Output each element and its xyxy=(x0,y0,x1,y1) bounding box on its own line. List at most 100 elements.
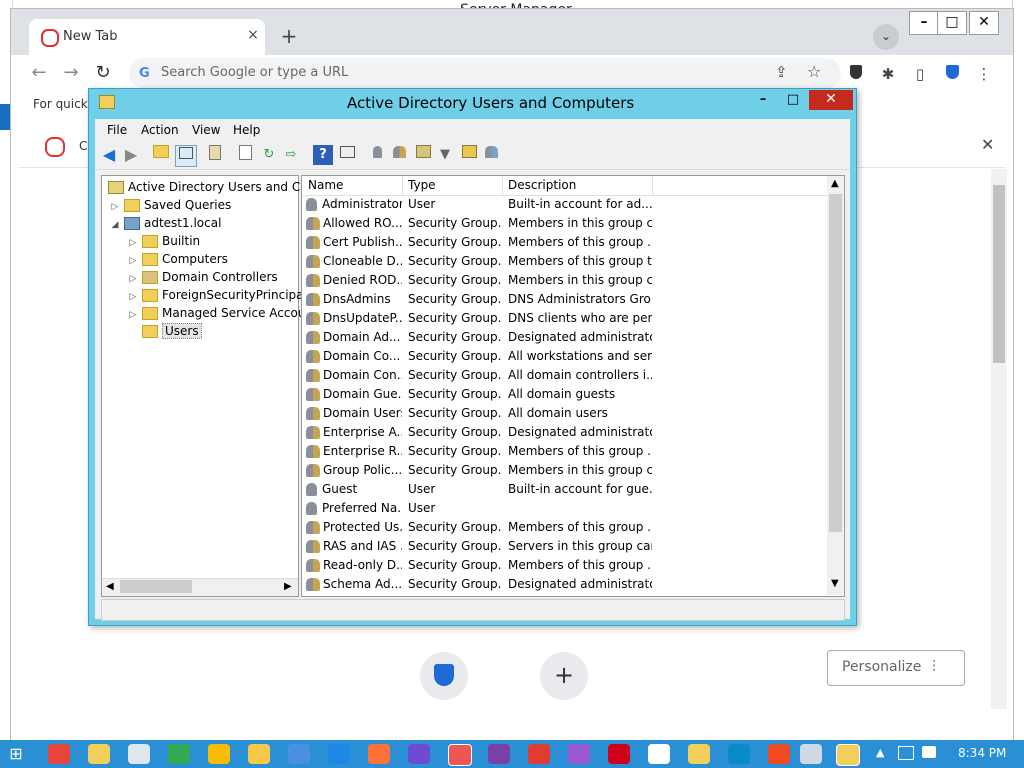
table-row[interactable]: Administrator User Built-in account for ad… xyxy=(302,195,827,214)
address-bar[interactable]: G Search Google or type a URL ⇪ ☆ xyxy=(129,58,841,88)
brave-shield-icon[interactable] xyxy=(845,63,867,85)
chrome-menu-icon[interactable]: ⋮ xyxy=(973,63,995,85)
tree-item-domain-controllers[interactable]: ▷ Domain Controllers xyxy=(128,268,278,286)
tree-item-domain[interactable]: ◢ adtest1.local xyxy=(110,214,221,232)
tray-overflow-icon[interactable]: ▲ xyxy=(876,746,884,759)
brave-beta-icon[interactable] xyxy=(488,744,510,764)
find-icon[interactable] xyxy=(459,145,479,165)
collapse-icon[interactable]: ◢ xyxy=(110,216,120,234)
opera-gx-icon[interactable] xyxy=(568,744,590,764)
action-pane-icon[interactable] xyxy=(337,145,357,165)
column-name[interactable]: Name xyxy=(308,178,343,192)
table-row[interactable]: Preferred Na... User xyxy=(302,499,827,518)
chrome-green-icon[interactable] xyxy=(168,744,190,764)
table-row[interactable]: Domain Co... Security Group... All worksta… xyxy=(302,347,827,366)
tree-item-builtin[interactable]: ▷ Builtin xyxy=(128,232,200,250)
refresh-icon[interactable]: ↻ xyxy=(259,145,279,165)
chrome-taskbar-icon[interactable] xyxy=(48,744,70,764)
aduc-maximize-button[interactable]: □ xyxy=(779,91,807,111)
back-arrow-icon[interactable]: ◀ xyxy=(99,145,119,165)
column-divider[interactable] xyxy=(402,176,403,195)
scroll-left-icon[interactable]: ◀ xyxy=(106,581,114,592)
edge-icon[interactable] xyxy=(728,744,750,764)
security-extension-icon[interactable] xyxy=(941,63,963,85)
browser-icon[interactable] xyxy=(248,744,270,764)
help-icon[interactable]: ? xyxy=(313,145,333,165)
list-scroll-thumb[interactable] xyxy=(829,194,842,532)
side-panel-icon[interactable]: ▯ xyxy=(909,63,931,85)
tree-item-computers[interactable]: ▷ Computers xyxy=(128,250,228,268)
tab-search-button[interactable]: ⌄ xyxy=(873,24,899,50)
firefox-nightly-icon[interactable] xyxy=(328,744,350,764)
table-row[interactable]: Enterprise R... Security Group... Members … xyxy=(302,442,827,461)
folder-taskbar-icon[interactable] xyxy=(688,744,710,764)
table-row[interactable]: Domain Ad... Security Group... Designated … xyxy=(302,328,827,347)
menu-file[interactable]: File xyxy=(107,123,127,137)
clipboard-icon[interactable] xyxy=(205,145,225,165)
scroll-down-icon[interactable]: ▼ xyxy=(831,578,839,589)
share-icon[interactable]: ⇪ xyxy=(775,63,788,81)
firefox-icon[interactable] xyxy=(368,744,390,764)
column-type[interactable]: Type xyxy=(408,178,436,192)
table-row[interactable]: Denied ROD... Security Group... Members in… xyxy=(302,271,827,290)
banner-close-icon[interactable]: ✕ xyxy=(981,135,994,154)
tree-item-saved-queries[interactable]: ▷ Saved Queries xyxy=(110,196,231,214)
table-row[interactable]: Read-only D... Security Group... Members o… xyxy=(302,556,827,575)
volume-muted-icon[interactable] xyxy=(922,746,936,758)
tree-scroll-thumb[interactable] xyxy=(120,580,192,593)
notepad-icon[interactable] xyxy=(128,744,150,764)
up-folder-icon[interactable] xyxy=(151,145,171,165)
table-row[interactable]: Domain Users Security Group... All domain … xyxy=(302,404,827,423)
aduc-taskbar-icon[interactable] xyxy=(836,744,860,766)
table-row[interactable]: RAS and IAS ... Security Group... Servers … xyxy=(302,537,827,556)
table-row[interactable]: Group Polic... Security Group... Members i… xyxy=(302,461,827,480)
create-user-icon[interactable] xyxy=(367,145,387,165)
add-to-group-icon[interactable] xyxy=(481,145,501,165)
tab-new-tab[interactable]: New Tab × xyxy=(29,19,265,55)
table-row[interactable]: Protected Us... Security Group... Members … xyxy=(302,518,827,537)
table-row[interactable]: Cert Publish... Security Group... Members … xyxy=(302,233,827,252)
table-row[interactable]: Schema Ad... Security Group... Designated … xyxy=(302,575,827,594)
network-icon[interactable] xyxy=(898,746,914,760)
scroll-right-icon[interactable]: ▶ xyxy=(284,581,292,592)
personalize-button[interactable]: Personalize ⫶ xyxy=(827,650,965,686)
tor-browser-icon[interactable] xyxy=(408,744,430,764)
forward-button[interactable]: → xyxy=(59,61,83,85)
create-ou-icon[interactable] xyxy=(413,145,433,165)
tree-horizontal-scrollbar[interactable]: ◀ ▶ xyxy=(102,578,298,596)
add-shortcut-button[interactable]: + xyxy=(540,652,588,700)
yandex-icon[interactable] xyxy=(648,744,670,764)
back-button[interactable]: ← xyxy=(27,61,51,85)
filter-icon[interactable]: ▼ xyxy=(435,145,455,165)
server-manager-taskbar-icon[interactable] xyxy=(800,744,822,764)
table-row[interactable]: DnsAdmins Security Group... DNS Administra… xyxy=(302,290,827,309)
page-scroll-thumb[interactable] xyxy=(993,185,1005,363)
menu-action[interactable]: Action xyxy=(141,123,179,137)
maximize-button[interactable]: □ xyxy=(937,11,967,35)
tree-item-users[interactable]: Users xyxy=(128,322,202,340)
minimize-button[interactable]: – xyxy=(909,11,939,35)
chrome-yellow-icon[interactable] xyxy=(208,744,230,764)
table-row[interactable]: Domain Gue... Security Group... All domain… xyxy=(302,385,827,404)
menu-help[interactable]: Help xyxy=(233,123,260,137)
aduc-minimize-button[interactable]: – xyxy=(749,91,777,111)
forward-arrow-icon[interactable]: ▶ xyxy=(121,145,141,165)
tab-close-icon[interactable]: × xyxy=(243,27,263,43)
export-list-icon[interactable]: ⇨ xyxy=(281,145,301,165)
file-explorer-icon[interactable] xyxy=(88,744,110,764)
column-divider[interactable] xyxy=(502,176,503,195)
table-row[interactable]: Enterprise A... Security Group... Designat… xyxy=(302,423,827,442)
brave-icon[interactable] xyxy=(768,744,790,764)
tree-item-managed-service-accounts[interactable]: ▷ Managed Service Accoun xyxy=(128,304,313,322)
reload-button[interactable]: ↻ xyxy=(91,61,115,85)
tree-root[interactable]: Active Directory Users and Com xyxy=(104,178,319,196)
tree-item-foreign-security-principals[interactable]: ▷ ForeignSecurityPrincipals xyxy=(128,286,313,304)
firefox-dev-icon[interactable] xyxy=(288,744,310,764)
active-app-icon[interactable] xyxy=(448,744,472,766)
taskbar-clock[interactable]: 8:34 PM xyxy=(958,746,1006,760)
bookmark-star-icon[interactable]: ☆ xyxy=(807,62,821,81)
table-row[interactable]: Domain Con... Security Group... All domain… xyxy=(302,366,827,385)
properties-icon[interactable] xyxy=(235,145,255,165)
windows-start-icon[interactable]: ⊞ xyxy=(6,744,26,764)
table-row[interactable]: Cloneable D... Security Group... Members o… xyxy=(302,252,827,271)
